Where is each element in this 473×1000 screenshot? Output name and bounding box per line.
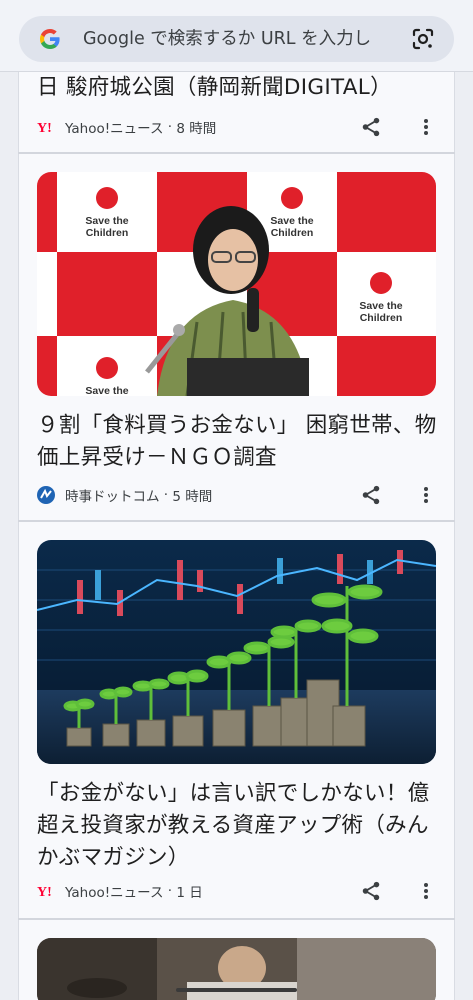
more-options-icon[interactable]	[419, 116, 433, 138]
svg-text:Save the: Save the	[85, 215, 128, 227]
news-title[interactable]: 日 駿府城公園（静岡新聞DIGITAL）	[37, 72, 447, 104]
more-options-icon[interactable]	[419, 880, 433, 902]
gesture-handle	[176, 988, 297, 992]
svg-text:Y!: Y!	[37, 121, 52, 136]
search-bar[interactable]: Google で検索するか URL を入力し	[19, 16, 454, 62]
google-lens-icon[interactable]	[411, 27, 435, 51]
svg-text:Save the: Save the	[85, 385, 128, 396]
news-time: 8 時間	[176, 121, 217, 137]
news-title[interactable]: ９割「食料買うお金ない」 困窮世帯、物価上昇受け－ＮＧＯ調査	[37, 410, 437, 474]
more-options-icon[interactable]	[419, 484, 433, 506]
news-card[interactable]: 「お金がない」は言い訳でしかない！億超え投資家が教える資産アップ術（みんかぶマガ…	[18, 522, 455, 918]
share-icon[interactable]	[360, 880, 382, 902]
news-thumbnail[interactable]: Save the Children Save the Children Save t…	[37, 172, 436, 396]
news-time: 5 時間	[172, 489, 213, 505]
svg-text:Children: Children	[360, 312, 403, 324]
yahoo-logo-icon: Y!	[37, 882, 57, 900]
svg-text:Save the: Save the	[359, 300, 402, 312]
share-icon[interactable]	[360, 116, 382, 138]
news-time: 1 日	[176, 885, 203, 901]
news-thumbnail[interactable]	[37, 540, 436, 764]
news-card[interactable]: Save the Children Save the Children Save t…	[18, 154, 455, 520]
svg-text:Save the: Save the	[270, 215, 313, 227]
search-input[interactable]: Google で検索するか URL を入力し	[83, 16, 403, 62]
meta-separator: ·	[163, 119, 177, 135]
news-meta: Y! Yahoo!ニュース · 1 日	[37, 880, 203, 902]
svg-text:Children: Children	[86, 227, 129, 239]
svg-text:Children: Children	[271, 227, 314, 239]
jiji-logo-icon	[37, 486, 57, 504]
news-title[interactable]: 「お金がない」は言い訳でしかない！億超え投資家が教える資産アップ術（みんかぶマガ…	[37, 778, 437, 874]
news-source: Yahoo!ニュース	[65, 121, 164, 137]
meta-separator: ·	[159, 487, 173, 503]
yahoo-logo-icon: Y!	[37, 118, 57, 136]
news-source: Yahoo!ニュース	[65, 885, 164, 901]
meta-separator: ·	[163, 883, 177, 899]
google-logo-icon	[38, 27, 62, 51]
news-meta: 時事ドットコム · 5 時間	[37, 484, 212, 506]
news-meta: Y! Yahoo!ニュース · 8 時間	[37, 116, 216, 138]
svg-text:Y!: Y!	[37, 885, 52, 900]
news-source: 時事ドットコム	[65, 489, 160, 505]
share-icon[interactable]	[360, 484, 382, 506]
browser-top-bar: Google で検索するか URL を入力し	[0, 0, 473, 72]
news-card[interactable]: 日 駿府城公園（静岡新聞DIGITAL） Y! Yahoo!ニュース · 8 時…	[18, 72, 455, 152]
